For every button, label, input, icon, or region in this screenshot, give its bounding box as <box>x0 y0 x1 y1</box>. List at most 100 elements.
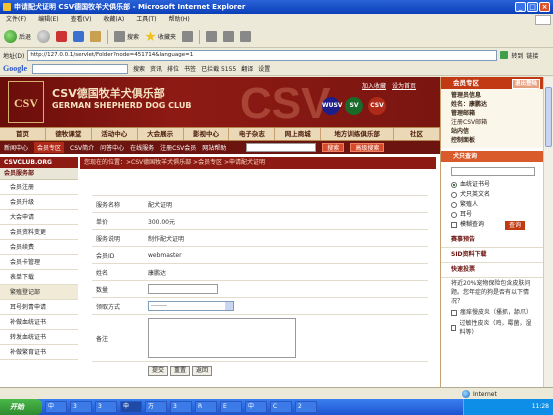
taskbar-button-active[interactable]: 申 <box>120 401 142 413</box>
register-mail-link[interactable]: 注册CSV邮箱 <box>451 118 537 127</box>
csv-badge[interactable]: CSV <box>368 97 386 115</box>
edit-icon[interactable] <box>240 31 252 42</box>
sidebar-item-profile-change[interactable]: 会员资料变更 <box>0 225 78 240</box>
lookup-button[interactable]: 查询 <box>505 220 526 230</box>
site-search-button[interactable]: 搜索 <box>322 143 345 152</box>
site-logo[interactable]: CSV <box>8 81 44 123</box>
taskbar-button[interactable]: 2 <box>295 401 317 413</box>
vote-option[interactable]: 瘙痒慢皮炎（搔抓，舔爪） <box>441 307 543 318</box>
nav-events[interactable]: 活动中心 <box>92 128 138 140</box>
subnav-register[interactable]: 注册CSV会员 <box>160 143 196 152</box>
site-search-input[interactable] <box>246 143 317 152</box>
menu-help[interactable]: 帮助(H) <box>169 14 190 26</box>
refresh-icon[interactable] <box>73 31 85 42</box>
subnav-help[interactable]: 网站帮助 <box>202 143 226 152</box>
go-button[interactable]: 转到 <box>511 51 523 60</box>
subnav-about[interactable]: CSV简介 <box>70 143 94 152</box>
lookup-option[interactable]: 血统证书号 <box>451 180 537 190</box>
dog-lookup-input[interactable] <box>451 167 535 176</box>
control-panel-link[interactable]: 控制面板 <box>451 136 537 145</box>
menu-favorites[interactable]: 收藏(A) <box>103 14 124 26</box>
taskbar-button[interactable]: C <box>270 401 292 413</box>
menu-view[interactable]: 查看(V) <box>71 14 92 26</box>
taskbar-button[interactable]: 中 <box>245 401 267 413</box>
vote-option[interactable]: 过敏性皮炎（鸡，霉菌，湿料等） <box>441 318 543 338</box>
google-pagerank[interactable]: 排位 <box>167 64 179 73</box>
scrollbar-thumb[interactable] <box>545 87 552 147</box>
fuzzy-search-option[interactable]: 模糊查询 查询 <box>451 220 537 230</box>
subnav-member-zone[interactable]: 会员专区 <box>34 142 65 153</box>
taskbar-button[interactable]: E <box>220 401 242 413</box>
sidebar-item-event-apply[interactable]: 大会申请 <box>0 210 78 225</box>
admin-info-link[interactable]: 管理员信息 <box>451 91 537 100</box>
nav-video[interactable]: 影视中心 <box>184 128 230 140</box>
sidebar-item-card[interactable]: 会员卡管理 <box>0 255 78 270</box>
lookup-option[interactable]: 耳号 <box>451 210 537 220</box>
add-favorite-link[interactable]: 加入收藏 <box>362 81 386 90</box>
pickup-select[interactable]: -------- <box>148 301 234 311</box>
taskbar-button[interactable]: 3 <box>95 401 117 413</box>
sidebar-item-breeding-cert[interactable]: 补做繁育证书 <box>0 345 78 360</box>
advanced-search-button[interactable]: 高级搜索 <box>350 143 385 152</box>
quantity-input[interactable] <box>148 284 218 294</box>
mail-icon[interactable] <box>206 31 218 42</box>
subnav-online-service[interactable]: 在线服务 <box>130 143 154 152</box>
google-translate-button[interactable]: 翻译 <box>241 64 253 73</box>
taskbar-button[interactable]: 3 <box>70 401 92 413</box>
sidebar-item-pedigree-transfer[interactable]: 转发血统证书 <box>0 330 78 345</box>
nav-home[interactable]: 首页 <box>0 128 46 140</box>
reset-button[interactable]: 重置 <box>170 366 191 376</box>
nav-classroom[interactable]: 德牧课堂 <box>46 128 92 140</box>
sidebar-item-register[interactable]: 会员注册 <box>0 180 78 195</box>
google-search-button[interactable]: 搜索 <box>133 64 145 73</box>
home-icon[interactable] <box>90 31 102 42</box>
taskbar-button[interactable]: 3 <box>170 401 192 413</box>
nav-shop[interactable]: 网上商城 <box>275 128 322 140</box>
minimize-button[interactable]: _ <box>515 2 526 12</box>
print-icon[interactable] <box>223 31 235 42</box>
sidebar-item-breeding[interactable]: 繁殖登记部 <box>0 285 78 300</box>
remarks-textarea[interactable] <box>148 318 296 358</box>
links-button[interactable]: 链接 <box>526 51 538 60</box>
back-button[interactable]: 后退 <box>4 30 31 43</box>
wusv-badge[interactable]: WUSV <box>322 97 342 115</box>
sv-badge[interactable]: SV <box>345 97 363 115</box>
google-bookmarks-button[interactable]: 书签 <box>184 64 196 73</box>
vertical-scrollbar[interactable] <box>543 77 553 387</box>
nav-shows[interactable]: 大会展示 <box>138 128 184 140</box>
clock[interactable]: 11:28 <box>532 403 549 410</box>
admin-mail-link[interactable]: 管理邮箱 <box>451 109 537 118</box>
lookup-option[interactable]: 犬只英文名 <box>451 190 537 200</box>
close-button[interactable]: × <box>539 2 550 12</box>
favorites-button[interactable]: 收藏夹 <box>145 31 176 42</box>
set-homepage-link[interactable]: 设为首页 <box>392 81 416 90</box>
google-news-button[interactable]: 资讯 <box>150 64 162 73</box>
sidebar-item-forms[interactable]: 表单下载 <box>0 270 78 285</box>
lookup-option[interactable]: 繁殖人 <box>451 200 537 210</box>
menu-file[interactable]: 文件(F) <box>6 14 26 26</box>
stop-icon[interactable] <box>56 31 68 42</box>
inbox-link[interactable]: 站内信 <box>451 127 537 136</box>
menu-tools[interactable]: 工具(T) <box>136 14 156 26</box>
start-button[interactable]: 开始 <box>0 399 42 415</box>
taskbar-button[interactable]: 万 <box>145 401 167 413</box>
go-icon[interactable] <box>500 51 509 59</box>
submit-button[interactable]: 提交 <box>148 366 169 376</box>
nav-magazine[interactable]: 电子杂志 <box>229 128 276 140</box>
nav-local-clubs[interactable]: 地方训练俱乐部 <box>321 128 395 140</box>
google-options-button[interactable]: 设置 <box>258 64 270 73</box>
sidebar-item-tattoo[interactable]: 耳号刺青申请 <box>0 300 78 315</box>
taskbar-button[interactable]: R <box>195 401 217 413</box>
maximize-button[interactable]: □ <box>527 2 538 12</box>
back-button[interactable]: 返回 <box>192 366 213 376</box>
google-search-input[interactable] <box>32 63 128 74</box>
sidebar-item-pedigree-redo[interactable]: 补做血统证书 <box>0 315 78 330</box>
nav-community[interactable]: 社区 <box>394 128 440 140</box>
address-input[interactable]: http://127.0.0.1/servlet/Folder?node=451… <box>27 49 498 61</box>
forward-button[interactable] <box>37 30 51 43</box>
history-icon[interactable] <box>182 31 194 42</box>
search-button[interactable]: 搜索 <box>114 31 139 42</box>
menu-edit[interactable]: 编辑(E) <box>38 14 58 26</box>
subnav-news[interactable]: 新闻中心 <box>4 143 28 152</box>
event-preview-link[interactable]: 赛事预告 <box>441 233 543 248</box>
